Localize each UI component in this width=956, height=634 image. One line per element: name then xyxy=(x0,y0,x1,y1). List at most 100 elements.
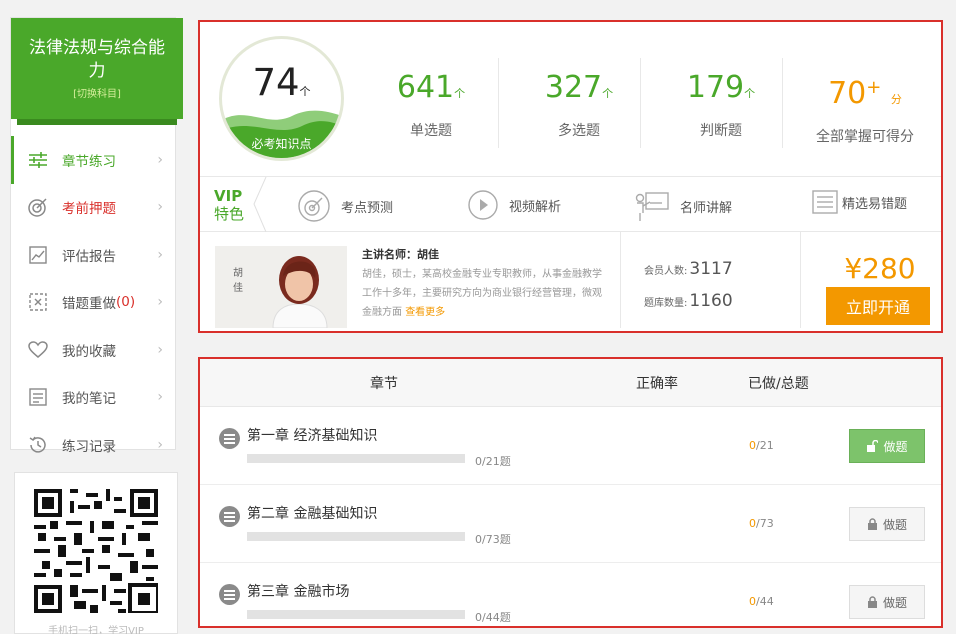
lock-icon xyxy=(867,596,877,608)
progress-text: 0/73题 xyxy=(475,533,511,546)
teacher-heading: 主讲名师：胡佳 xyxy=(362,248,439,261)
progress-text: 0/21题 xyxy=(475,455,511,468)
history-icon xyxy=(28,435,48,455)
score-stat: 70+ 分 全部掌握可得分 xyxy=(804,70,926,146)
svg-text:胡: 胡 xyxy=(233,266,243,279)
sidebar-item-label: 我的收藏 xyxy=(62,343,116,360)
teacher-board-icon xyxy=(634,189,670,223)
column-header-done-total: 已做/总题 xyxy=(748,376,809,392)
done-total: 0/73 xyxy=(749,517,774,530)
practice-button[interactable]: 做题 xyxy=(849,507,925,541)
sidebar-item-label: 章节练习 xyxy=(62,153,116,170)
chapter-name[interactable]: 第二章 金融基础知识 xyxy=(247,503,377,523)
wrong-box-icon xyxy=(28,292,48,312)
key-points-circle: 74个 必考知识点 xyxy=(219,36,344,161)
true-false-label: 判断题 xyxy=(700,123,742,139)
sidebar-item-notes[interactable]: 我的笔记 › xyxy=(11,374,175,422)
sidebar-item-label: 我的笔记 xyxy=(62,391,116,408)
table-header: 章节 正确率 已做/总题 xyxy=(200,359,941,407)
chevron-right-icon: › xyxy=(157,389,163,406)
multi-choice-label: 多选题 xyxy=(558,123,600,139)
chevron-right-icon: › xyxy=(157,294,163,311)
feature-error-prone[interactable]: 精选易错题 xyxy=(812,189,907,215)
chapter-table: 章节 正确率 已做/总题 第一章 经济基础知识 0/21题 0/21 做题 第二… xyxy=(198,357,943,628)
key-points-caption: 必考知识点 xyxy=(251,137,312,151)
single-choice-label: 单选题 xyxy=(410,123,452,139)
single-choice-stat: 641个 单选题 xyxy=(390,70,472,140)
unlock-icon xyxy=(867,440,879,452)
sidebar-item-label: 评估报告 xyxy=(62,248,116,265)
sidebar-item-favorites[interactable]: 我的收藏 › xyxy=(11,326,175,374)
teacher-info: 主讲名师：胡佳 胡佳，硕士，某高校金融专业专职教师，从事金融教学工作十多年，主要… xyxy=(362,246,606,322)
table-row: 第三章 金融市场 0/44题 0/44 做题 xyxy=(200,563,941,634)
list-doc-icon xyxy=(812,189,838,215)
practice-button[interactable]: 做题 xyxy=(849,585,925,619)
progress-text: 0/44题 xyxy=(475,611,511,624)
summary-panel: 74个 必考知识点 641个 单选题 327个 多选题 179个 判断题 70+… xyxy=(198,20,943,333)
sidebar-item-label: 练习记录 xyxy=(62,438,116,455)
done-total: 0/44 xyxy=(749,595,774,608)
divider xyxy=(782,58,783,148)
list-bullet-icon xyxy=(219,506,240,527)
feature-label: 考点预测 xyxy=(341,200,394,216)
progress-bar xyxy=(247,532,465,541)
vip-badge: VIP 特色 xyxy=(214,187,245,223)
chapter-name[interactable]: 第三章 金融市场 xyxy=(247,581,349,601)
feature-label: 名师讲解 xyxy=(680,200,733,216)
feature-exam-predict[interactable]: 考点预测 xyxy=(297,189,393,223)
subject-header: 法律法规与综合能力 [切换科目] xyxy=(11,18,183,125)
sidebar-item-label: 错题重做 xyxy=(62,296,116,313)
feature-video-analysis[interactable]: 视频解析 xyxy=(467,189,561,221)
members-count: 会员人数: 3117 xyxy=(644,259,733,279)
sidebar-item-wrong-redo[interactable]: 错题重做 (0) › xyxy=(11,279,175,327)
chevron-right-icon: › xyxy=(157,151,163,168)
table-row: 第二章 金融基础知识 0/73题 0/73 做题 xyxy=(200,485,941,563)
done-total: 0/21 xyxy=(749,439,774,452)
sidebar-item-report[interactable]: 评估报告 › xyxy=(11,231,175,279)
view-more-link[interactable]: 查看更多 xyxy=(405,307,445,318)
table-row: 第一章 经济基础知识 0/21题 0/21 做题 xyxy=(200,407,941,485)
progress-bar xyxy=(247,610,465,619)
teacher-description: 胡佳，硕士，某高校金融专业专职教师，从事金融教学工作十多年，主要研究方向为商业银… xyxy=(362,269,602,318)
sidebar-menu: 章节练习 › 考前押题 › 评估报告 › 错题重做 (0) › 我的收藏 › 我的… xyxy=(11,136,175,469)
progress-bar xyxy=(247,454,465,463)
multi-choice-count: 327 xyxy=(544,70,603,105)
divider xyxy=(620,232,621,328)
lock-icon xyxy=(867,518,877,530)
sliders-icon xyxy=(28,150,48,170)
target-icon xyxy=(28,197,48,217)
practice-button[interactable]: 做题 xyxy=(849,429,925,463)
sidebar-item-history[interactable]: 练习记录 › xyxy=(11,421,175,469)
price-label: ¥280 xyxy=(844,252,916,285)
divider xyxy=(498,58,499,148)
sidebar-item-label: 考前押题 xyxy=(62,201,116,218)
chart-report-icon xyxy=(28,245,48,265)
true-false-count: 179 xyxy=(686,70,745,105)
score-value: 70 xyxy=(828,76,867,111)
divider xyxy=(640,58,641,148)
vip-features-bar: VIP 特色 考点预测 视频解析 名师讲解 精选易错题 xyxy=(200,176,941,232)
column-header-accuracy: 正确率 xyxy=(636,376,678,392)
score-label: 全部掌握可得分 xyxy=(816,129,914,145)
chapter-name[interactable]: 第一章 经济基础知识 xyxy=(247,425,377,445)
sidebar: 法律法规与综合能力 [切换科目] 章节练习 › 考前押题 › 评估报告 › 错题… xyxy=(10,17,183,455)
chevron-right-icon: › xyxy=(157,246,163,263)
buy-now-button[interactable]: 立即开通 xyxy=(826,287,930,325)
sidebar-item-exam-predict[interactable]: 考前押题 › xyxy=(11,184,175,232)
feature-label: 精选易错题 xyxy=(842,196,908,212)
heart-icon xyxy=(28,340,48,360)
feature-teacher-explain[interactable]: 名师讲解 xyxy=(634,189,732,223)
target-icon xyxy=(297,189,331,223)
chevron-right-icon: › xyxy=(157,341,163,358)
chevron-right-icon: › xyxy=(157,436,163,453)
list-bullet-icon xyxy=(219,584,240,605)
chevron-right-icon: › xyxy=(157,199,163,216)
true-false-stat: 179个 判断题 xyxy=(680,70,762,140)
switch-subject-link[interactable]: [切换科目] xyxy=(11,85,183,100)
divider xyxy=(800,232,801,328)
sidebar-item-chapter-practice[interactable]: 章节练习 › xyxy=(11,136,175,184)
feature-label: 视频解析 xyxy=(509,199,562,215)
vip-arrow-divider xyxy=(253,177,267,232)
qr-panel: 手机扫一扫，学习VIP xyxy=(14,472,178,634)
multi-choice-stat: 327个 多选题 xyxy=(538,70,620,140)
